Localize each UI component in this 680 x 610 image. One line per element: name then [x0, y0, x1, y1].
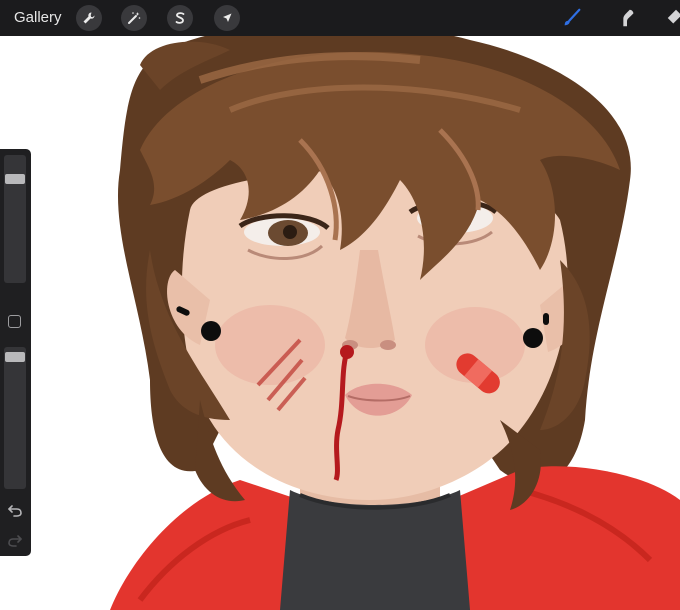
smudge-icon — [623, 9, 634, 27]
left-sidebar — [0, 149, 31, 556]
drawing-canvas[interactable] — [0, 22, 680, 610]
redo-icon[interactable] — [6, 531, 24, 549]
transform-button[interactable] — [214, 5, 240, 31]
eraser-tool-button[interactable] — [662, 4, 680, 32]
selection-s-icon — [175, 12, 185, 24]
top-toolbar: Gallery — [0, 0, 680, 36]
actions-button[interactable] — [76, 5, 102, 31]
magic-wand-icon — [128, 12, 141, 24]
selection-button[interactable] — [167, 5, 193, 31]
gallery-button[interactable]: Gallery — [14, 8, 62, 28]
right-earring — [523, 328, 543, 348]
smudge-tool-button[interactable] — [613, 4, 641, 32]
opacity-thumb[interactable] — [5, 352, 25, 362]
wrench-icon — [83, 12, 95, 24]
left-earring — [201, 321, 221, 341]
brush-size-slider[interactable] — [4, 155, 26, 283]
artwork-portrait — [0, 22, 680, 610]
brush-tool-button[interactable] — [558, 4, 586, 32]
eraser-icon — [667, 9, 680, 24]
adjustments-button[interactable] — [121, 5, 147, 31]
opacity-slider[interactable] — [4, 347, 26, 489]
arrow-cursor-icon — [223, 13, 232, 22]
brush-size-thumb[interactable] — [5, 174, 25, 184]
procreate-app: Gallery — [0, 0, 680, 610]
undo-icon[interactable] — [6, 501, 24, 519]
brush-icon — [564, 8, 581, 26]
modify-square-icon[interactable] — [8, 315, 21, 328]
